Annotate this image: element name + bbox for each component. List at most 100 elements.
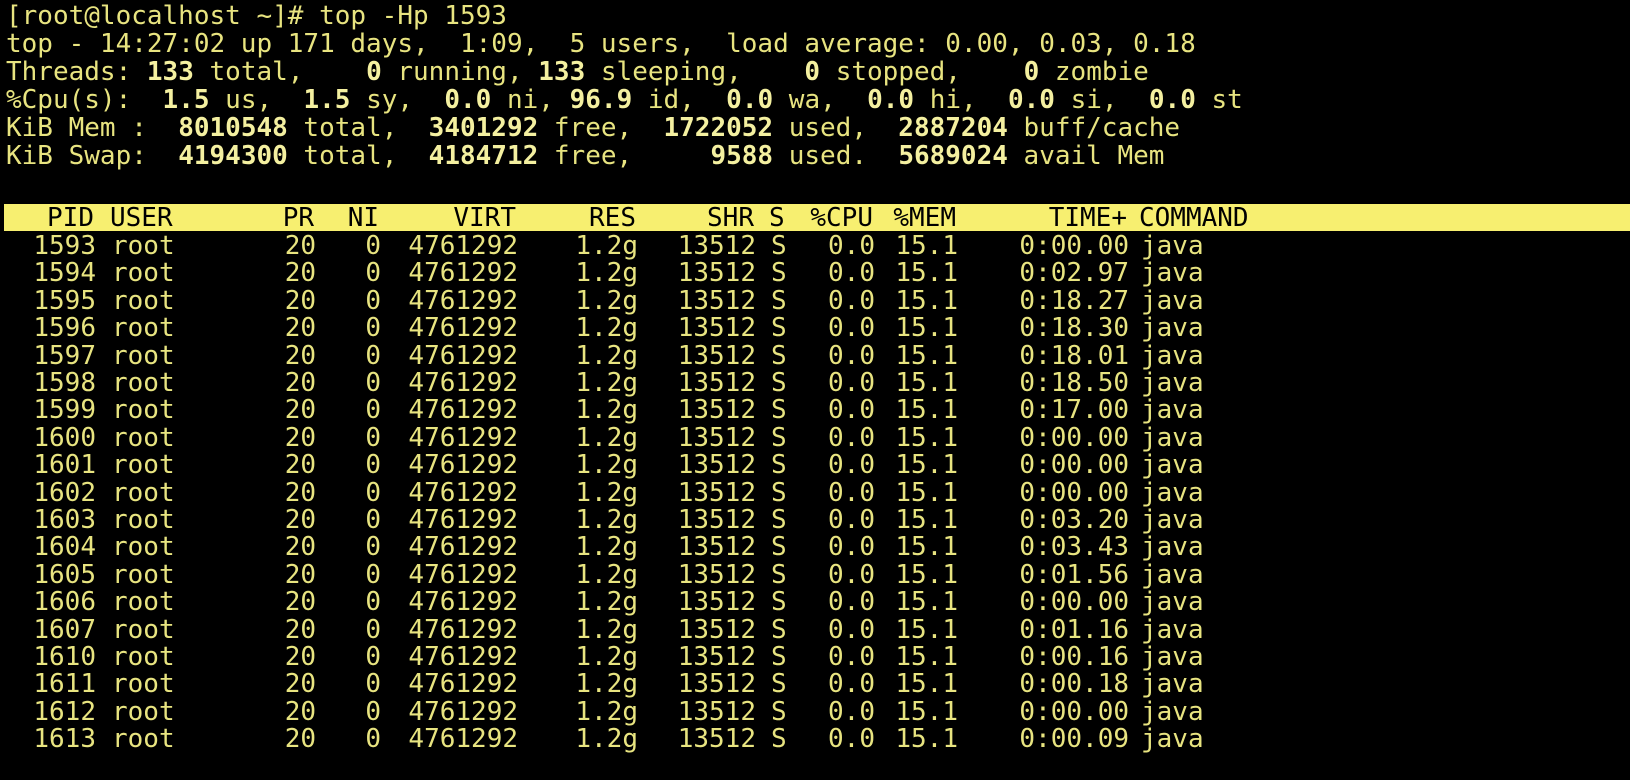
col-command[interactable]: COMMAND (1139, 204, 1249, 232)
cell-pr: 20 (284, 532, 316, 563)
table-row[interactable]: 1602 root 20 0 4761292 1.2g 13512 S 0.0 15.1 0:00.… (0, 479, 1630, 508)
cell-cpu: 0.0 (828, 368, 875, 398)
table-row[interactable]: 1610 root 20 0 4761292 1.2g 13512 S 0.0 15.1 0:00.… (0, 643, 1630, 672)
swap-used: 9588 (710, 141, 774, 171)
col-pid[interactable]: PID (4, 204, 94, 232)
mem-free: 3401292 (428, 113, 539, 143)
col-time[interactable]: TIME+ (964, 204, 1127, 232)
cell-mem: 15.1 (895, 724, 958, 755)
table-row[interactable]: 1611 root 20 0 4761292 1.2g 13512 S 0.0 15.1 0:00.… (0, 670, 1630, 699)
cell-pid: 1613 (33, 724, 96, 755)
cell-pr: 20 (284, 696, 316, 727)
cpu-st: 0.0 (1148, 85, 1196, 115)
cpu-id: 96.9 (569, 85, 633, 115)
mem-buff-label: buff/cache (1007, 113, 1181, 143)
cell-user: root (112, 505, 175, 535)
table-row[interactable]: 1599 root 20 0 4761292 1.2g 13512 S 0.0 15.1 0:17.… (0, 396, 1630, 425)
cell-cpu: 0.0 (828, 642, 875, 672)
table-row[interactable]: 1600 root 20 0 4761292 1.2g 13512 S 0.0 15.1 0:00.… (0, 424, 1630, 453)
table-row[interactable]: 1593 root 20 0 4761292 1.2g 13512 S 0.0 15.1 0:00.… (0, 232, 1630, 261)
cell-time: 0:00.00 (1019, 477, 1129, 508)
table-row[interactable]: 1612 root 20 0 4761292 1.2g 13512 S 0.0 15.1 0:00.… (0, 698, 1630, 727)
cell-pid: 1601 (33, 450, 96, 481)
col-res[interactable]: RES (524, 204, 636, 232)
cell-res: 1.2g (575, 477, 638, 508)
cell-virt: 4761292 (408, 477, 518, 508)
col-virt[interactable]: VIRT (396, 204, 516, 232)
cell-pr: 20 (284, 285, 316, 316)
cell-mem: 15.1 (895, 696, 958, 727)
cell-time: 0:00.16 (1019, 642, 1129, 672)
cell-res: 1.2g (575, 340, 638, 371)
cell-mem: 15.1 (895, 422, 958, 453)
cell-virt: 4761292 (408, 696, 518, 727)
table-row[interactable]: 1607 root 20 0 4761292 1.2g 13512 S 0.0 15.1 0:01.… (0, 616, 1630, 645)
cell-command: java (1141, 231, 1204, 261)
table-row[interactable]: 1595 root 20 0 4761292 1.2g 13512 S 0.0 15.1 0:18.… (0, 287, 1630, 316)
mem-total-label: total, (287, 113, 398, 143)
cell-state: S (771, 340, 787, 371)
cell-state: S (771, 532, 787, 563)
cell-cpu: 0.0 (828, 285, 875, 316)
table-row[interactable]: 1594 root 20 0 4761292 1.2g 13512 S 0.0 15.1 0:02.… (0, 259, 1630, 288)
cell-pid: 1599 (33, 395, 96, 426)
table-row[interactable]: 1603 root 20 0 4761292 1.2g 13512 S 0.0 15.1 0:03.… (0, 506, 1630, 535)
cell-command: java (1141, 258, 1204, 289)
col-shr[interactable]: SHR (644, 204, 754, 232)
swap-total: 4194300 (178, 141, 288, 171)
swap-total-label: total, (287, 141, 398, 171)
col-pr[interactable]: PR (254, 204, 314, 232)
cell-state: S (771, 231, 787, 261)
cell-res: 1.2g (575, 532, 638, 563)
cell-state: S (771, 395, 787, 426)
cell-pr: 20 (284, 724, 316, 755)
cell-mem: 15.1 (895, 559, 958, 590)
cell-state: S (771, 505, 787, 535)
cpu-wa: 0.0 (726, 85, 774, 115)
cell-res: 1.2g (575, 285, 638, 316)
cell-res: 1.2g (575, 450, 638, 481)
cpu-si: 0.0 (1007, 85, 1055, 115)
col-ni[interactable]: NI (324, 204, 379, 232)
table-row[interactable]: 1606 root 20 0 4761292 1.2g 13512 S 0.0 15.1 0:00.… (0, 588, 1630, 617)
table-row[interactable]: 1597 root 20 0 4761292 1.2g 13512 S 0.0 15.1 0:18.… (0, 342, 1630, 371)
cell-pr: 20 (284, 587, 316, 618)
process-table-header[interactable]: PID USER PR NI VIRT RES SHR S %CPU %MEM … (4, 204, 1630, 232)
col-state[interactable]: S (769, 204, 785, 232)
col-user[interactable]: USER (110, 204, 173, 232)
threads-running: 0 (366, 57, 382, 87)
cell-command: java (1141, 642, 1204, 672)
cell-pid: 1604 (33, 532, 96, 563)
table-row[interactable]: 1604 root 20 0 4761292 1.2g 13512 S 0.0 15.1 0:03.… (0, 533, 1630, 562)
cell-ni: 0 (365, 368, 381, 398)
cell-ni: 0 (365, 669, 381, 700)
cpu-ni-label: ni, (491, 85, 554, 115)
mem-used: 1722052 (663, 113, 774, 143)
table-row[interactable]: 1605 root 20 0 4761292 1.2g 13512 S 0.0 15.1 0:01.… (0, 561, 1630, 590)
mem-used-label: used, (773, 113, 867, 143)
cell-time: 0:18.01 (1019, 340, 1129, 371)
cell-res: 1.2g (575, 669, 638, 700)
table-row[interactable]: 1598 root 20 0 4761292 1.2g 13512 S 0.0 15.1 0:18.… (0, 369, 1630, 398)
cpu-line: %Cpu(s): 1.5 us, 1.5 sy, 0.0 ni, 96.9 id… (6, 86, 1243, 114)
col-mem[interactable]: %MEM (880, 204, 956, 232)
table-row[interactable]: 1596 root 20 0 4761292 1.2g 13512 S 0.0 15.1 0:18.… (0, 314, 1630, 343)
cell-res: 1.2g (575, 368, 638, 398)
col-cpu[interactable]: %CPU (799, 204, 873, 232)
cell-virt: 4761292 (408, 532, 518, 563)
cell-time: 0:00.00 (1019, 587, 1129, 618)
cell-mem: 15.1 (895, 231, 958, 261)
cell-time: 0:01.16 (1019, 614, 1129, 645)
table-row[interactable]: 1601 root 20 0 4761292 1.2g 13512 S 0.0 15.1 0:00.… (0, 451, 1630, 480)
terminal-window[interactable]: [root@localhost ~]# top -Hp 1593 top - 1… (0, 0, 1630, 780)
cell-command: java (1141, 724, 1204, 755)
threads-total: 133 (146, 57, 194, 87)
swap-used-label: used. (773, 141, 867, 171)
cell-virt: 4761292 (408, 669, 518, 700)
table-row[interactable]: 1613 root 20 0 4761292 1.2g 13512 S 0.0 15.1 0:00.… (0, 725, 1630, 754)
cell-user: root (112, 696, 175, 727)
cell-user: root (112, 669, 175, 700)
cell-command: java (1141, 395, 1204, 426)
cell-shr: 13512 (677, 313, 756, 344)
cell-command: java (1141, 669, 1204, 700)
